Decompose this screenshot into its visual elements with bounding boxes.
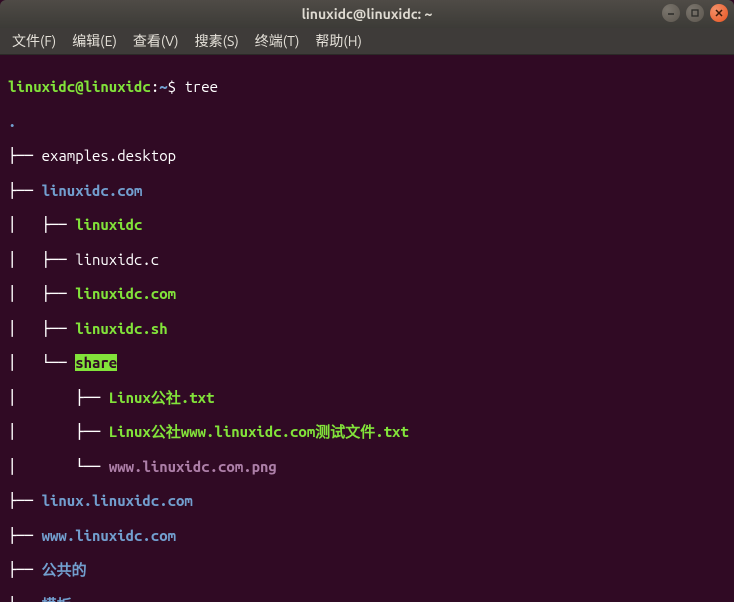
tree-node-linuxgongsi-test-txt: Linux公社www.linuxidc.com测试文件.txt	[109, 423, 409, 440]
menu-view[interactable]: 查看(V)	[127, 29, 185, 53]
prompt-colon: :	[151, 78, 159, 95]
tree-branch: │ ├──	[8, 216, 75, 233]
tree-row: ├── examples.desktop	[8, 147, 726, 164]
tree-branch: │ ├──	[8, 389, 109, 406]
tree-branch: │ ├──	[8, 423, 109, 440]
tree-branch: ├──	[8, 596, 42, 602]
tree-node-public: 公共的	[42, 561, 87, 578]
tree-branch: ├──	[8, 561, 42, 578]
tree-node-linux-linuxidc-com: linux.linuxidc.com	[42, 492, 193, 509]
tree-row: │ ├── Linux公社www.linuxidc.com测试文件.txt	[8, 423, 726, 440]
tree-branch: │ └──	[8, 354, 75, 371]
prompt-path: ~	[159, 78, 167, 95]
tree-branch: ├──	[8, 492, 42, 509]
minimize-button[interactable]	[662, 4, 680, 22]
tree-branch: ├──	[8, 147, 42, 164]
menu-edit[interactable]: 编辑(E)	[66, 29, 123, 53]
tree-row: │ ├── linuxidc.com	[8, 285, 726, 302]
menu-terminal[interactable]: 终端(T)	[249, 29, 306, 53]
tree-row: ├── linux.linuxidc.com	[8, 492, 726, 509]
maximize-icon	[690, 8, 700, 18]
tree-branch: │ ├──	[8, 285, 75, 302]
tree-branch: ├──	[8, 527, 42, 544]
tree-node-linuxidc-com-dir: linuxidc.com	[42, 182, 143, 199]
tree-node-linuxgongsi-txt: Linux公社.txt	[109, 389, 215, 406]
close-button[interactable]	[710, 4, 728, 22]
tree-branch: │ ├──	[8, 320, 75, 337]
tree-row: │ ├── linuxidc.sh	[8, 320, 726, 337]
prompt-host: linuxidc	[84, 78, 151, 95]
tree-row: │ ├── linuxidc.c	[8, 251, 726, 268]
tree-root: .	[8, 113, 726, 130]
tree-branch: │ ├──	[8, 251, 75, 268]
tree-node-www-linuxidc-com: www.linuxidc.com	[42, 527, 176, 544]
tree-row: │ ├── Linux公社.txt	[8, 389, 726, 406]
close-icon	[714, 8, 724, 18]
titlebar: linuxidc@linuxidc: ~	[0, 0, 734, 28]
menu-search[interactable]: 搜素(S)	[189, 29, 245, 53]
tree-node-linuxidc-sh: linuxidc.sh	[75, 320, 167, 337]
tree-row: ├── 公共的	[8, 561, 726, 578]
window-controls	[662, 4, 728, 22]
prompt-dollar: $	[168, 78, 176, 95]
tree-node-examples-desktop: examples.desktop	[42, 147, 176, 164]
tree-node-linuxidc-c: linuxidc.c	[75, 251, 159, 268]
tree-row: ├── www.linuxidc.com	[8, 527, 726, 544]
tree-row: │ └── www.linuxidc.com.png	[8, 458, 726, 475]
prompt-at: @	[75, 78, 83, 95]
window-title: linuxidc@linuxidc: ~	[302, 6, 433, 22]
tree-node-www-linuxidc-png1: www.linuxidc.com.png	[109, 458, 277, 475]
tree-branch: │ └──	[8, 458, 109, 475]
command-tree: tree	[184, 78, 218, 95]
tree-node-templates: 模板	[42, 596, 72, 602]
prompt-line-1: linuxidc@linuxidc:~$ tree	[8, 78, 726, 95]
tree-row: │ └── share	[8, 354, 726, 371]
tree-root-dot: .	[8, 113, 16, 130]
menu-file[interactable]: 文件(F)	[6, 29, 62, 53]
tree-row: ├── linuxidc.com	[8, 182, 726, 199]
menu-help[interactable]: 帮助(H)	[309, 29, 368, 53]
tree-row: ├── 模板	[8, 596, 726, 602]
tree-node-linuxidc-com-exec: linuxidc.com	[75, 285, 176, 302]
tree-node-linuxidc-exec: linuxidc	[75, 216, 142, 233]
maximize-button[interactable]	[686, 4, 704, 22]
menubar: 文件(F) 编辑(E) 查看(V) 搜素(S) 终端(T) 帮助(H)	[0, 28, 734, 55]
tree-node-share: share	[75, 354, 117, 371]
terminal[interactable]: linuxidc@linuxidc:~$ tree . ├── examples…	[0, 55, 734, 602]
tree-row: │ ├── linuxidc	[8, 216, 726, 233]
prompt-user: linuxidc	[8, 78, 75, 95]
minimize-icon	[666, 8, 676, 18]
tree-branch: ├──	[8, 182, 42, 199]
